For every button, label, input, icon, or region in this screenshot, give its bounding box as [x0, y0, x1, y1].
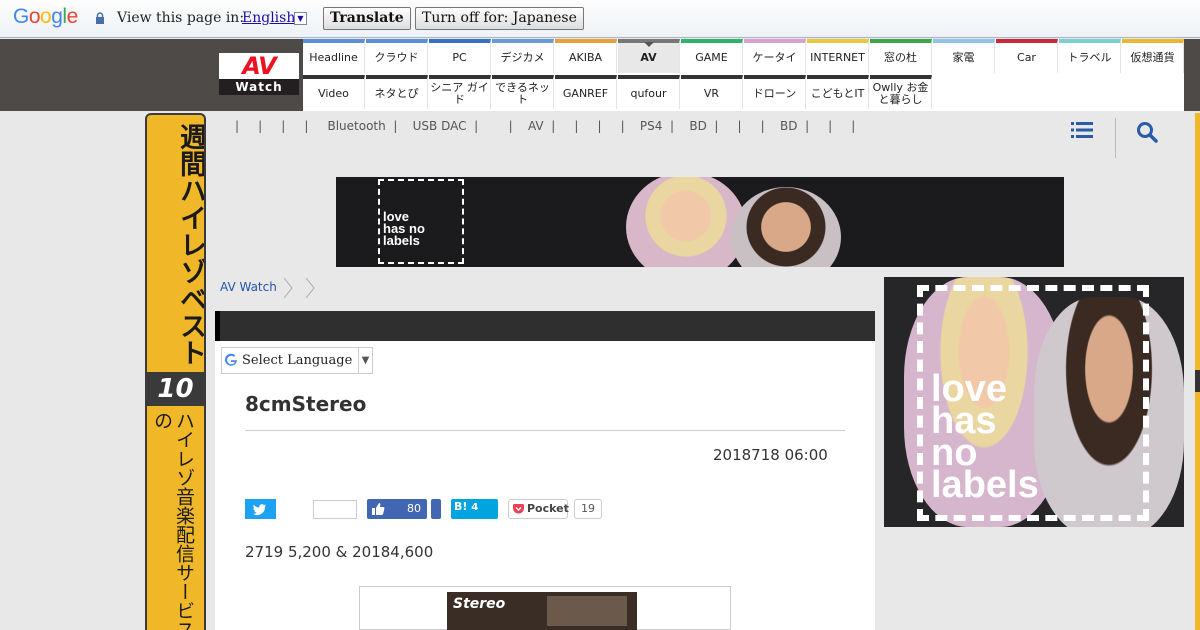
nav-item[interactable]: 家電	[933, 39, 995, 73]
nav-item[interactable]: INTERNET	[807, 39, 869, 73]
side-banner-rank: 10	[147, 372, 204, 406]
article-image[interactable]: Stereo	[447, 592, 637, 630]
translate-bar: Google View this page in: English ▼ Tran…	[0, 0, 1200, 38]
nav-item[interactable]: クラウド	[366, 39, 428, 73]
ad-logo-text: love has no labels	[931, 368, 1039, 506]
site-nav: Headline クラウド PC デジカメ AKIBA AV GAME ケータイ INTERNE…	[303, 39, 1184, 111]
nav-item[interactable]: ネタとぴ	[366, 75, 428, 109]
language-select[interactable]: English	[242, 10, 295, 26]
nav-item[interactable]: 仮想通貨	[1122, 39, 1184, 73]
chevron-right-icon	[283, 277, 293, 299]
site-header: AV Watch Headline クラウド PC デジカメ AKIBA AV GAME ケー…	[0, 39, 1200, 111]
google-logo-letter: o	[40, 5, 52, 28]
hatena-bookmark-button[interactable]: B! 4	[451, 499, 498, 519]
translate-button[interactable]: Translate	[323, 7, 411, 30]
side-banner-title: 週間ハイレゾベスト	[175, 122, 206, 366]
google-logo-letter: e	[66, 5, 79, 28]
menu-icon[interactable]	[1071, 121, 1093, 139]
article-date: 2018718 06:00	[713, 446, 828, 464]
nav-item[interactable]: 窓の杜	[870, 39, 932, 73]
ad-photo-child	[731, 187, 841, 267]
header-divider	[1115, 118, 1116, 158]
facebook-like-button[interactable]: 80	[367, 499, 427, 519]
nav-item[interactable]: PC	[429, 39, 491, 73]
nav-item[interactable]: Headline	[303, 39, 365, 73]
nav-item[interactable]: シニア ガイド	[429, 75, 491, 109]
nav-item[interactable]: ドローン	[744, 75, 806, 109]
nav-item[interactable]: Owlly お金と暮らし	[870, 75, 932, 109]
article-title: 8cmStereo	[245, 392, 367, 416]
keyword-links[interactable]: | | | | Bluetooth | USB DAC | | AV | | |…	[235, 119, 855, 133]
nav-item[interactable]: できるネット	[492, 75, 554, 109]
logo-av: AV	[242, 52, 277, 80]
google-logo-letter: g	[51, 5, 63, 28]
nav-item[interactable]: トラベル	[1059, 39, 1121, 73]
nav-item[interactable]: こどもとIT	[807, 75, 869, 109]
site-logo[interactable]: AV Watch	[219, 53, 299, 95]
facebook-share-button[interactable]	[431, 499, 441, 519]
nav-item[interactable]: ケータイ	[744, 39, 806, 73]
header-edge	[1184, 39, 1200, 111]
google-logo: Google	[13, 5, 78, 29]
nav-item[interactable]: GAME	[681, 39, 743, 73]
breadcrumb: AV Watch	[220, 280, 277, 294]
pocket-button[interactable]: Pocket	[508, 499, 569, 519]
pocket-count: 19	[574, 499, 602, 519]
nav-item[interactable]: AKIBA	[555, 39, 617, 73]
top-ad-banner[interactable]: love has no labels	[336, 177, 1064, 267]
nav-item[interactable]: GANREF	[555, 75, 617, 109]
search-icon[interactable]	[1136, 121, 1158, 143]
google-logo-letter: G	[13, 5, 29, 28]
chevron-down-icon[interactable]: ▼	[294, 12, 307, 25]
facebook-like-count: 80	[407, 502, 421, 515]
hatena-count: 4	[471, 502, 479, 513]
article-lead-text: 2719 5,200 & 20184,600	[245, 543, 434, 561]
google-g-icon	[225, 353, 237, 366]
breadcrumb-home[interactable]: AV Watch	[220, 280, 277, 294]
google-logo-letter: o	[28, 5, 41, 28]
right-banner-edge-mark	[1195, 370, 1200, 392]
lock-icon	[96, 12, 104, 24]
pocket-icon	[513, 504, 524, 514]
thumbs-up-icon	[372, 503, 385, 515]
pocket-label: Pocket	[527, 502, 569, 515]
article-header-bar	[215, 311, 875, 341]
share-count-box	[313, 500, 357, 519]
nav-item[interactable]: qufour	[618, 75, 680, 109]
nav-item[interactable]: デジカメ	[492, 39, 554, 73]
right-ad-banner[interactable]: love has no labels	[884, 277, 1184, 527]
nav-item[interactable]: Car	[996, 39, 1058, 73]
nav-item[interactable]: Video	[303, 75, 365, 109]
ad-photo-child	[626, 177, 746, 267]
chevron-down-icon[interactable]: ▼	[358, 347, 372, 374]
image-detail	[547, 596, 627, 626]
active-indicator	[644, 42, 654, 47]
twitter-icon	[253, 504, 266, 516]
nav-item[interactable]: VR	[681, 75, 743, 109]
side-banner-subtitle: ハイレゾ音楽配信サービスの	[151, 411, 195, 630]
article-image-label: Stereo	[453, 596, 506, 612]
chevron-right-icon	[305, 277, 315, 299]
turn-off-translation-button[interactable]: Turn off for: Japanese	[415, 7, 584, 30]
title-divider	[245, 430, 845, 431]
view-page-label: View this page in:	[117, 10, 245, 26]
twitter-share-button[interactable]	[245, 499, 276, 519]
hatena-icon: B!	[454, 500, 468, 513]
keyword-bar: | | | | Bluetooth | USB DAC | | AV | | |…	[215, 111, 1184, 163]
ad-logo-text: love has no labels	[383, 209, 425, 248]
select-language-dropdown[interactable]: Select Language	[221, 347, 373, 374]
side-banner-hires[interactable]: 週間ハイレゾベスト 10 ハイレゾ音楽配信サービスの	[145, 113, 206, 630]
logo-watch: Watch	[219, 79, 299, 95]
